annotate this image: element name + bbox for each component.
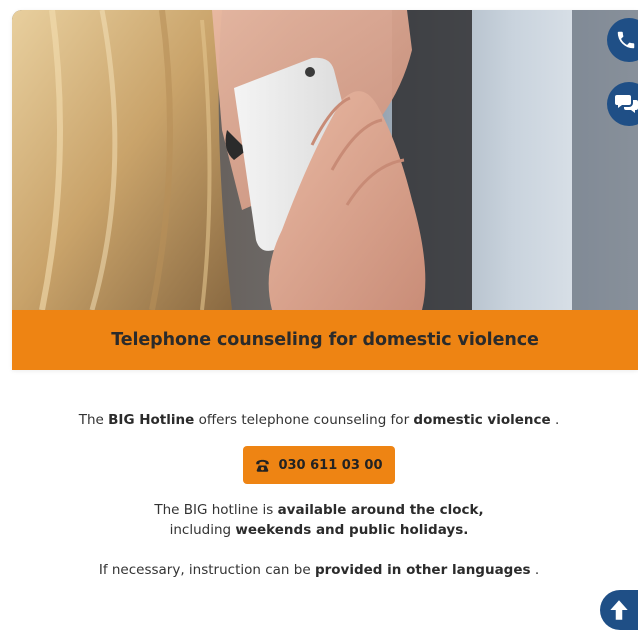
languages-suffix: . — [530, 562, 540, 578]
phone-number-button[interactable]: 030 611 03 00 — [243, 446, 395, 484]
hero-image — [12, 10, 638, 310]
intro-part-1: The — [78, 412, 109, 428]
arrow-up-icon — [610, 600, 628, 620]
hero-banner: Telephone counseling for domestic violen… — [12, 310, 638, 370]
availability-text: The BIG hotline is available around the … — [0, 500, 638, 540]
phone-button-wrap: 030 611 03 00 — [0, 446, 638, 484]
phone-number-label: 030 611 03 00 — [278, 457, 383, 473]
page-title: Telephone counseling for domestic violen… — [111, 330, 539, 350]
intro-part-3: . — [550, 412, 560, 428]
languages-text: If necessary, instruction can be provide… — [0, 560, 638, 580]
languages-bold: provided in other languages — [314, 562, 531, 578]
availability-line2-prefix: including — [169, 522, 236, 538]
availability-line1-prefix: The BIG hotline is — [154, 502, 278, 518]
chat-icon — [615, 95, 638, 113]
intro-topic: domestic violence — [413, 412, 551, 428]
languages-prefix: If necessary, instruction can be — [98, 562, 315, 578]
intro-brand: BIG Hotline — [108, 412, 195, 428]
phone-icon — [256, 459, 270, 472]
hero-card: Telephone counseling for domestic violen… — [12, 10, 638, 370]
main-content: The BIG Hotline offers telephone counsel… — [0, 410, 638, 580]
intro-text: The BIG Hotline offers telephone counsel… — [0, 410, 638, 430]
phone-icon — [617, 31, 635, 49]
scroll-top-button[interactable] — [600, 590, 638, 630]
availability-line1-bold: available around the clock, — [277, 502, 484, 518]
intro-part-2: offers telephone counseling for — [194, 412, 414, 428]
availability-line2-bold: weekends and public holidays. — [235, 522, 469, 538]
